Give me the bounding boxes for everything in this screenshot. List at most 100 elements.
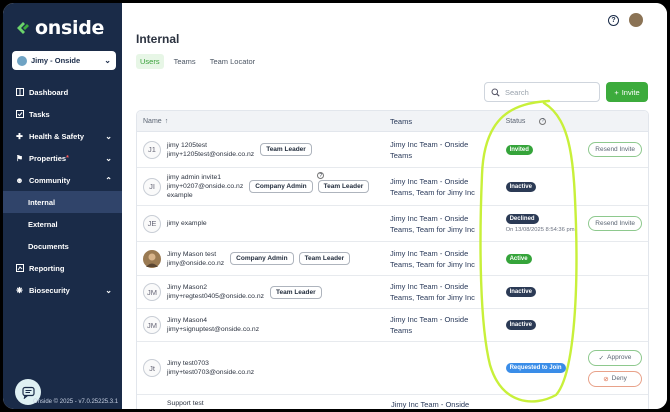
sidebar-item-label: Reporting	[29, 263, 65, 273]
avatar: JE	[143, 214, 161, 233]
invite-button[interactable]: + Invite	[606, 82, 648, 102]
top-bar: ?	[608, 13, 643, 27]
sort-ascending-icon: ↑	[164, 117, 169, 125]
table-row[interactable]: JM Jimy Mason4 jimy+signuptest@onside.co…	[137, 309, 648, 342]
chevron-down-icon: ⌄	[105, 285, 112, 295]
app-window: onside Jimy - Onside ⌄ Dashboard Tasks ✚	[0, 0, 670, 412]
teams-cell: Jimy Inc Team - Onside	[391, 400, 470, 409]
sidebar-item-tasks[interactable]: Tasks	[3, 103, 122, 125]
deny-button[interactable]: ⊘ Deny	[588, 370, 643, 387]
brand-logo[interactable]: onside	[15, 17, 104, 39]
teams-cell: Jimy Inc Team - Onside Teams, Team for J…	[390, 213, 475, 234]
search-input[interactable]: Search	[484, 82, 600, 102]
tab-team-locator[interactable]: Team Locator	[206, 54, 259, 69]
plus-icon: +	[614, 87, 619, 97]
table-row[interactable]: JE jimy example Jimy Inc Team - Onside T…	[137, 206, 648, 242]
org-selector[interactable]: Jimy - Onside ⌄	[12, 51, 116, 70]
check-icon: ✓	[598, 354, 605, 362]
table-header: Name ↑ Teams Status ?	[137, 111, 648, 132]
sidebar-item-label: Tasks	[29, 109, 50, 119]
biosecurity-icon: ❋	[16, 285, 23, 295]
sidebar-item-dashboard[interactable]: Dashboard	[3, 81, 122, 103]
teams-cell: Jimy Inc Team - Onside Teams, Team for J…	[390, 176, 475, 197]
user-email: jimy+0207@onside.co.nz	[167, 183, 244, 190]
teams-cell: Jimy Inc Team - Onside Teams, Team for J…	[390, 282, 475, 302]
org-avatar	[17, 55, 27, 66]
user-email: jimy+test0703@onside.co.nz	[167, 369, 255, 376]
sidebar: onside Jimy - Onside ⌄ Dashboard Tasks ✚	[3, 3, 122, 409]
table-row[interactable]: Jimy Mason test jimy@onside.co.nz Compan…	[137, 242, 648, 276]
health-icon: ✚	[16, 131, 23, 141]
role-tag: Team Leader	[317, 180, 370, 193]
column-header-status: Status ?	[505, 117, 547, 125]
sidebar-nav: Dashboard Tasks ✚ Health & Safety ⌄ ⚑ Pr…	[3, 81, 122, 301]
properties-badge: *	[66, 154, 69, 162]
status-badge: Invited	[505, 144, 533, 155]
sidebar-item-community[interactable]: ☻ Community ⌃	[3, 169, 122, 191]
sidebar-item-documents[interactable]: Documents	[3, 235, 122, 257]
page-title: Internal	[136, 32, 180, 46]
resend-invite-button[interactable]: Resend Invite	[588, 216, 643, 231]
table-row[interactable]: JM Jimy Mason2 jimy+regtest0405@onside.c…	[137, 276, 648, 309]
role-tag: Company Admin	[230, 252, 294, 265]
resend-invite-button[interactable]: Resend Invite	[588, 142, 643, 157]
user-avatar[interactable]	[629, 13, 643, 27]
search-placeholder: Search	[505, 87, 529, 97]
user-name: jimy 1205test	[167, 141, 208, 149]
status-badge: Inactive	[505, 287, 536, 297]
table-row[interactable]: J1 jimy 1205test jimy+1205test@onside.co…	[137, 132, 648, 168]
sidebar-item-internal[interactable]: Internal	[3, 191, 122, 213]
role-tag: Team Leader	[298, 252, 351, 265]
table-row[interactable]: Jt Jimy test0703 jimy+test0703@onside.co…	[137, 342, 648, 395]
column-header-teams: Teams	[390, 116, 413, 126]
status-date: On 13/08/2025 8:54:36 pm	[505, 226, 575, 233]
status-badge: Requested to Join	[505, 363, 566, 373]
user-email: jimy+signuptest@onside.co.nz	[167, 326, 260, 333]
main-content: ? Internal Users Teams Team Locator Sear…	[122, 3, 667, 409]
tasks-icon	[15, 110, 24, 119]
approve-button[interactable]: ✓ Approve	[588, 349, 643, 366]
role-info-icon[interactable]: ?	[317, 172, 325, 179]
user-extra: example	[167, 192, 193, 199]
avatar: JI	[143, 177, 161, 196]
help-icon[interactable]: ?	[608, 14, 619, 26]
status-help-icon[interactable]: ?	[539, 117, 547, 125]
column-header-name[interactable]: Name ↑	[137, 118, 386, 125]
chevron-down-icon: ⌄	[105, 131, 112, 141]
sidebar-item-reporting[interactable]: Reporting	[3, 257, 122, 279]
chevron-down-icon: ⌄	[104, 56, 111, 65]
users-table: Name ↑ Teams Status ? J1 jimy 1205test j…	[136, 110, 649, 409]
tab-bar: Users Teams Team Locator	[136, 54, 259, 69]
tab-users[interactable]: Users	[136, 54, 164, 69]
block-icon: ⊘	[603, 375, 609, 383]
avatar	[143, 249, 161, 268]
reporting-icon	[15, 264, 24, 273]
status-badge: Inactive	[505, 320, 536, 330]
role-tag: Team Leader	[270, 285, 322, 299]
chevron-down-icon: ⌄	[105, 153, 112, 163]
sidebar-item-external[interactable]: External	[3, 213, 122, 235]
properties-icon: ⚑	[15, 153, 24, 163]
sidebar-item-label: Internal	[28, 197, 56, 207]
user-name: Jimy test0703	[167, 360, 209, 367]
tab-teams[interactable]: Teams	[170, 54, 200, 69]
sidebar-item-label: Health & Safety	[29, 131, 85, 141]
user-name: jimy example	[167, 220, 207, 227]
chevron-up-icon: ⌃	[105, 175, 112, 185]
sidebar-item-properties[interactable]: ⚑ Properties * ⌄	[3, 147, 122, 169]
user-photo-icon	[146, 253, 158, 267]
role-tag: Team Leader	[260, 143, 312, 156]
sidebar-item-label: Properties	[29, 153, 67, 163]
logo-mark-icon	[17, 22, 29, 34]
role-tag: Company Admin	[249, 180, 313, 193]
dashboard-icon	[15, 88, 24, 97]
org-selector-label: Jimy - Onside	[31, 56, 81, 65]
chat-icon	[21, 386, 35, 399]
table-row[interactable]: JI jimy admin invite1 jimy+0207@onside.c…	[137, 168, 648, 206]
sidebar-item-health-safety[interactable]: ✚ Health & Safety ⌄	[3, 125, 122, 147]
table-row[interactable]: Support test Jimy Inc Team - Onside	[137, 395, 648, 409]
sidebar-item-label: Dashboard	[29, 87, 69, 97]
avatar: J1	[143, 140, 161, 159]
sidebar-item-biosecurity[interactable]: ❋ Biosecurity ⌄	[3, 279, 122, 301]
avatar: JM	[143, 316, 161, 334]
